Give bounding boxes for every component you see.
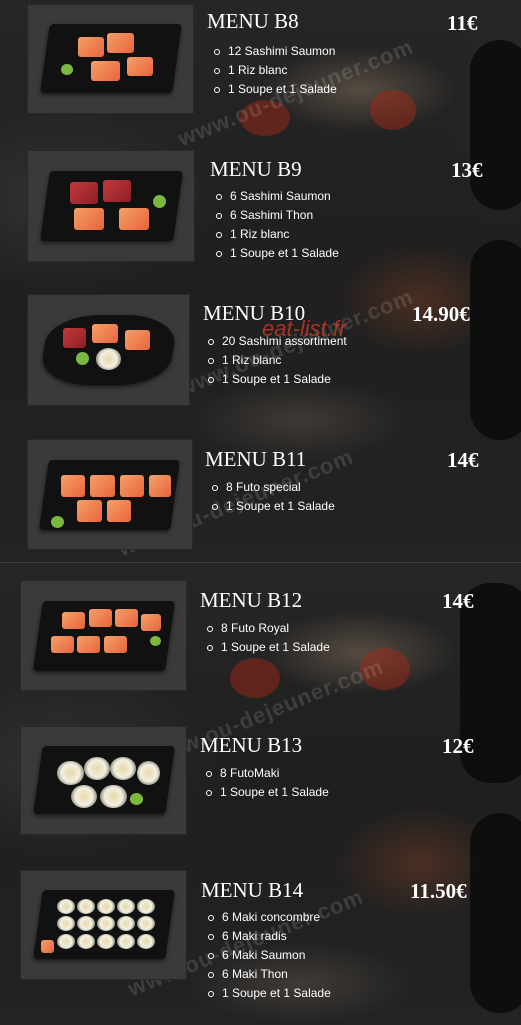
menu-price: 14€ <box>447 448 479 472</box>
menu-title: MENU B11 <box>205 447 307 471</box>
dish-photo <box>20 870 187 980</box>
menu-line: 8 FutoMaki <box>204 764 329 783</box>
menu-title: MENU B12 <box>200 588 303 612</box>
menu-contents: 6 Sashimi Saumon 6 Sashimi Thon 1 Riz bl… <box>214 187 339 263</box>
menu-line: 1 Soupe et 1 Salade <box>210 497 335 516</box>
menu-line: 1 Riz blanc <box>212 61 337 80</box>
menu-line: 1 Soupe et 1 Salade <box>204 783 329 802</box>
menu-contents: 8 Futo special 1 Soupe et 1 Salade <box>210 478 335 516</box>
menu-price: 11.50€ <box>410 879 467 903</box>
menu-line: 1 Soupe et 1 Salade <box>214 244 339 263</box>
menu-contents: 8 FutoMaki 1 Soupe et 1 Salade <box>204 764 329 802</box>
menu-line: 1 Soupe et 1 Salade <box>212 80 337 99</box>
menu-line: 1 Soupe et 1 Salade <box>205 638 330 657</box>
menu-line: 8 Futo special <box>210 478 335 497</box>
menu-line: 6 Sashimi Thon <box>214 206 339 225</box>
menu-title: MENU B8 <box>207 9 299 33</box>
menu-line: 6 Maki concombre <box>206 908 331 927</box>
menu-line: 6 Maki radis <box>206 927 331 946</box>
menu-price: 13€ <box>451 158 483 182</box>
menu-line: 12 Sashimi Saumon <box>212 42 337 61</box>
menu-title: MENU B14 <box>201 878 304 902</box>
menu-line: 1 Soupe et 1 Salade <box>206 370 347 389</box>
menu-price: 14€ <box>442 589 474 613</box>
menu-title: MENU B9 <box>210 157 302 181</box>
dish-photo <box>27 150 195 262</box>
menu-price: 14.90€ <box>412 302 470 326</box>
dish-photo <box>27 4 194 114</box>
menu-contents: 6 Maki concombre 6 Maki radis 6 Maki Sau… <box>206 908 331 1003</box>
menu-line: 1 Riz blanc <box>206 351 347 370</box>
menu-title: MENU B10 <box>203 301 306 325</box>
menu-line: 6 Sashimi Saumon <box>214 187 339 206</box>
menu-line: 6 Maki Thon <box>206 965 331 984</box>
menu-line: 1 Soupe et 1 Salade <box>206 984 331 1003</box>
menu-price: 11€ <box>447 11 478 35</box>
dish-photo <box>27 439 193 550</box>
dish-photo <box>20 726 187 835</box>
dish-photo <box>20 580 187 691</box>
menu-contents: 20 Sashimi assortiment 1 Riz blanc 1 Sou… <box>206 332 347 389</box>
menu-line: 20 Sashimi assortiment <box>206 332 347 351</box>
menu-title: MENU B13 <box>200 733 303 757</box>
menu-price: 12€ <box>442 734 474 758</box>
dish-photo <box>27 294 190 406</box>
menu-contents: 8 Futo Royal 1 Soupe et 1 Salade <box>205 619 330 657</box>
menu-contents: 12 Sashimi Saumon 1 Riz blanc 1 Soupe et… <box>212 42 337 99</box>
menu-line: 6 Maki Saumon <box>206 946 331 965</box>
menu-line: 1 Riz blanc <box>214 225 339 244</box>
menu-line: 8 Futo Royal <box>205 619 330 638</box>
